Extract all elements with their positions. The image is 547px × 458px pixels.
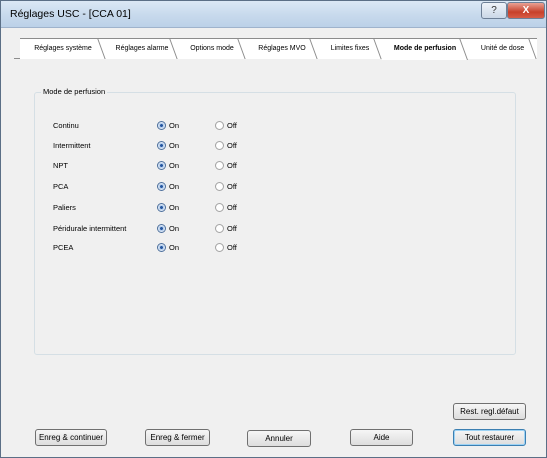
tab-label: Limites fixes [330, 45, 370, 52]
window-title: Réglages USC - [CCA 01] [10, 8, 131, 20]
tab-content: Mode de perfusion Continu On Off Intermi… [14, 59, 537, 409]
help-button[interactable]: Aide [350, 429, 413, 446]
mode-row-pcea: PCEA On Off [35, 241, 515, 255]
save-close-button[interactable]: Enreg & fermer [145, 429, 210, 446]
tab-options-mode[interactable]: Options mode [178, 38, 246, 59]
radio-off[interactable]: Off [215, 160, 255, 172]
radio-off[interactable]: Off [215, 223, 255, 235]
mode-label: PCEA [53, 243, 74, 252]
tab-label: Réglages MVO [258, 45, 306, 52]
restore-all-button[interactable]: Tout restaurer [453, 429, 526, 446]
mode-row-pca: PCA On Off [35, 180, 515, 194]
radio-on[interactable]: On [157, 160, 197, 172]
mode-label: Continu [53, 121, 79, 130]
save-continue-button[interactable]: Enreg & continuer [35, 429, 107, 446]
mode-label: Paliers [53, 203, 76, 212]
radio-on[interactable]: On [157, 242, 197, 254]
mode-row-intermittent: Intermittent On Off [35, 139, 515, 153]
mode-row-continu: Continu On Off [35, 119, 515, 133]
help-icon[interactable]: ? [481, 2, 507, 19]
radio-off[interactable]: Off [215, 242, 255, 254]
title-bar[interactable]: Réglages USC - [CCA 01] ? X [1, 1, 546, 28]
radio-on[interactable]: On [157, 120, 197, 132]
mode-label: Péridurale intermittent [53, 224, 127, 233]
tab-label: Réglages alarme [115, 45, 169, 52]
mode-row-peridurale-intermittent: Péridurale intermittent On Off [35, 222, 515, 236]
mode-row-paliers: Paliers On Off [35, 201, 515, 215]
mode-label: PCA [53, 182, 69, 191]
radio-off[interactable]: Off [215, 202, 255, 214]
cancel-button[interactable]: Annuler [247, 430, 311, 447]
tab-label: Réglages système [34, 45, 92, 52]
tab-reglages-mvo[interactable]: Réglages MVO [246, 38, 318, 59]
tab-mode-de-perfusion[interactable]: Mode de perfusion [382, 38, 468, 60]
tab-label: Options mode [190, 45, 234, 52]
tab-label: Mode de perfusion [393, 45, 457, 52]
radio-on[interactable]: On [157, 140, 197, 152]
radio-on[interactable]: On [157, 202, 197, 214]
perfusion-mode-group: Mode de perfusion Continu On Off Intermi… [34, 87, 516, 355]
mode-label: NPT [53, 161, 68, 170]
tab-label: Unité de dose [480, 45, 525, 52]
restore-default-button[interactable]: Rest. regl.défaut [453, 403, 526, 420]
radio-off[interactable]: Off [215, 140, 255, 152]
tab-unite-de-dose[interactable]: Unité de dose [468, 38, 537, 59]
mode-label: Intermittent [53, 141, 91, 150]
radio-off[interactable]: Off [215, 181, 255, 193]
close-icon[interactable]: X [507, 2, 545, 19]
tab-reglages-systeme[interactable]: Réglages système [20, 38, 106, 59]
tab-reglages-alarme[interactable]: Réglages alarme [106, 38, 178, 59]
tab-limites-fixes[interactable]: Limites fixes [318, 38, 382, 59]
radio-on[interactable]: On [157, 181, 197, 193]
settings-window: Réglages USC - [CCA 01] ? X Réglages sys… [0, 0, 547, 458]
tab-strip: Réglages système Réglages alarme Options… [14, 38, 537, 60]
mode-row-npt: NPT On Off [35, 159, 515, 173]
radio-on[interactable]: On [157, 223, 197, 235]
group-title: Mode de perfusion [41, 87, 108, 96]
radio-off[interactable]: Off [215, 120, 255, 132]
